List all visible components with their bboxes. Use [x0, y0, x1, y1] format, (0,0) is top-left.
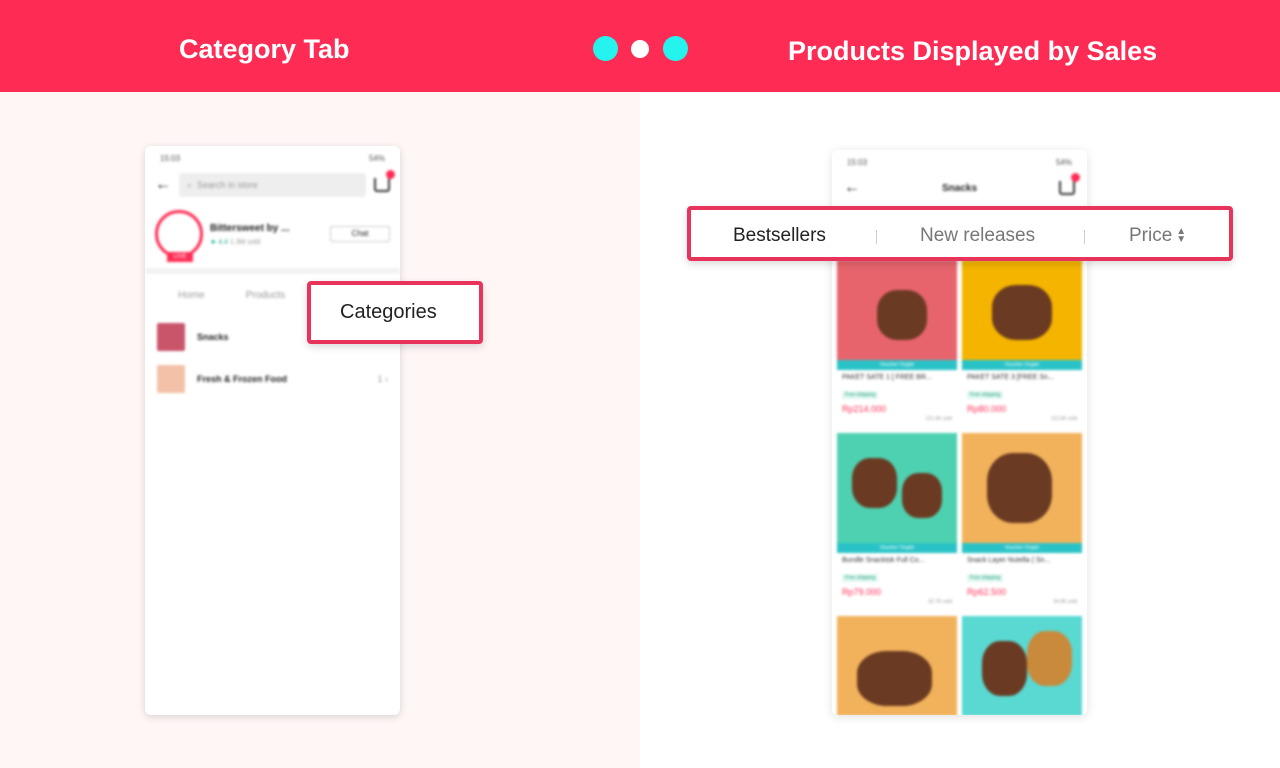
category-name: Snacks [197, 332, 229, 342]
cart-icon[interactable] [1059, 173, 1080, 195]
shop-avatar[interactable]: LIVE [155, 210, 203, 262]
product-image [962, 616, 1082, 715]
category-title: Snacks [941, 182, 978, 194]
product-card[interactable]: Voucher Ongkir Bundle Snacktok Full Co..… [837, 433, 957, 611]
product-sold: 112.5K sold [1050, 416, 1077, 422]
product-title: Bundle Snacktok Full Co... [842, 557, 925, 564]
free-shipping-tag: Free shipping [842, 574, 879, 582]
category-item-frozen[interactable]: Fresh & Frozen Food 1 › [145, 358, 400, 400]
status-time: 15:03 [160, 153, 181, 163]
category-name: Fresh & Frozen Food [197, 374, 287, 384]
product-price: Rp79.000 [842, 587, 882, 597]
sort-arrows-icon: ▲ ▼ [1176, 225, 1187, 245]
store-page-phone: 15:03 54% ← ⌕ Search in store LIVE Bitte… [145, 146, 400, 715]
product-image [962, 260, 1082, 360]
voucher-strip: Voucher Ongkir [962, 543, 1082, 553]
sort-price-label: Price [1129, 225, 1173, 246]
product-title: PAKET SATE 1 [ FREE BR... [842, 374, 932, 381]
product-grid: Voucher Ongkir PAKET SATE 1 [ FREE BR...… [837, 260, 1082, 715]
product-image [837, 260, 957, 360]
shop-sold: 1.3M sold [229, 238, 261, 246]
free-shipping-tag: Free shipping [967, 391, 1004, 399]
status-time: 15:03 [847, 157, 868, 167]
category-count: 1 › [377, 374, 388, 384]
tab-products[interactable]: Products [246, 290, 285, 301]
product-image [837, 616, 957, 715]
product-sold: 121.4K sold [925, 416, 952, 422]
decor-dot [631, 40, 649, 58]
back-arrow-icon[interactable]: ← [155, 176, 171, 194]
separator [1084, 230, 1085, 244]
back-arrow-icon[interactable]: ← [844, 179, 860, 197]
product-card[interactable] [962, 616, 1082, 715]
chat-button[interactable]: Chat [330, 226, 390, 242]
battery-status: 54% [1055, 157, 1072, 167]
search-icon: ⌕ [187, 179, 193, 190]
product-title: PAKET SATE 3 [FREE Sn... [967, 374, 1054, 381]
decor-dot [663, 36, 688, 61]
sort-new-releases[interactable]: New releases [920, 225, 1035, 247]
product-card[interactable]: Voucher Ongkir Snack Layer Nutella ( Sn.… [962, 433, 1082, 611]
search-placeholder: Search in store [197, 180, 258, 190]
cart-badge [386, 170, 395, 179]
live-badge: LIVE [167, 252, 193, 262]
category-tab-title: Category Tab [179, 34, 350, 64]
tab-categories[interactable]: Categories [307, 281, 483, 344]
status-bar: 15:03 54% [832, 150, 1087, 174]
voucher-strip: Voucher Ongkir [837, 360, 957, 370]
decor-dot [593, 36, 618, 61]
battery-status: 54% [368, 153, 385, 163]
category-thumbnail [157, 365, 185, 393]
product-image [962, 433, 1082, 543]
cart-badge [1071, 173, 1080, 182]
shop-name[interactable]: Bittersweet by ... [210, 223, 323, 234]
free-shipping-tag: Free shipping [967, 574, 1004, 582]
product-sold: 62.7K sold [928, 599, 952, 605]
status-bar: 15:03 54% [145, 146, 400, 170]
product-card[interactable] [837, 616, 957, 715]
cart-icon[interactable] [374, 170, 395, 192]
shop-header[interactable]: LIVE Bittersweet by ... ★ 4.4 1.3M sold … [145, 200, 400, 268]
product-price: Rp214.000 [842, 404, 887, 414]
free-shipping-tag: Free shipping [842, 391, 879, 399]
product-image [837, 433, 957, 543]
product-card[interactable]: Voucher Ongkir PAKET SATE 1 [ FREE BR...… [837, 260, 957, 428]
product-title: Snack Layer Nutella ( Sn... [967, 557, 1051, 564]
sort-price[interactable]: Price ▲ ▼ [1129, 225, 1186, 247]
sort-bestsellers[interactable]: Bestsellers [733, 225, 826, 247]
product-sold: 54.9K sold [1053, 599, 1077, 605]
shop-rating: ★ 4.4 [210, 238, 228, 246]
category-thumbnail [157, 323, 185, 351]
products-by-sales-title: Products Displayed by Sales [788, 36, 1158, 66]
voucher-strip: Voucher Ongkir [837, 543, 957, 553]
product-price: Rp62.500 [967, 587, 1007, 597]
chevron-right-icon: › [385, 374, 388, 384]
product-card[interactable]: Voucher Ongkir PAKET SATE 3 [FREE Sn... … [962, 260, 1082, 428]
voucher-strip: Voucher Ongkir [962, 360, 1082, 370]
separator [876, 230, 877, 244]
tab-home[interactable]: Home [178, 290, 205, 301]
header-banner: Category Tab Products Displayed by Sales [0, 0, 1280, 92]
sort-options-bar: Bestsellers New releases Price ▲ ▼ [687, 206, 1233, 261]
store-search-input[interactable]: ⌕ Search in store [179, 173, 366, 197]
product-price: Rp80.000 [967, 404, 1007, 414]
